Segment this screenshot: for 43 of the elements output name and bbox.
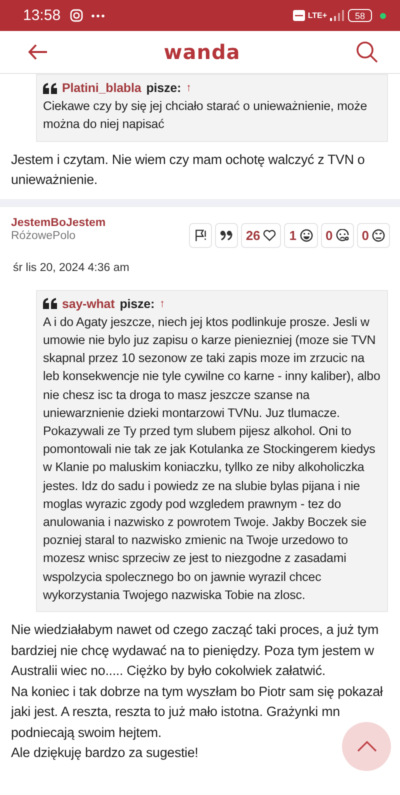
quoted-text: Ciekawe czy by się jej chciało starać o unieważnienie, może można do niej napisać: [43, 98, 368, 134]
laughing-face-icon: [300, 228, 313, 242]
heart-icon: [263, 228, 276, 242]
quote-icon: [220, 228, 233, 242]
volte-icon: [292, 10, 305, 21]
quote-reaction-button[interactable]: [214, 222, 238, 248]
post-text: Nie wiedziałabym nawet od czego zacząć taki proces, a już tym bardziej nie chcę wydawać na to pieniędzy. Poza tym jestem w Australii wiec no..... Ciężko by było cokolwiek załatwić.: [11, 621, 380, 680]
angry-face-icon: [372, 228, 385, 242]
back-arrow-icon[interactable]: [28, 44, 48, 60]
camera-app-icon: [70, 9, 83, 22]
username-link[interactable]: JestemBoJestem: [11, 216, 106, 230]
jump-to-quote-link[interactable]: ↑: [160, 294, 165, 313]
report-reaction-button[interactable]: [188, 222, 212, 248]
search-icon[interactable]: [356, 41, 378, 63]
laugh-reaction-button[interactable]: 1: [284, 222, 318, 248]
more-notifications-icon: [90, 14, 105, 18]
app-logo: wanda: [164, 40, 240, 64]
post-text: Ale dziękuję bardzo za sugestie!: [11, 744, 198, 762]
user-rank: RóżowePolo: [11, 230, 77, 242]
sad-reaction-button[interactable]: 0: [320, 222, 354, 248]
post-date: śr lis 20, 2024 4:36 am: [12, 260, 130, 276]
sad-face-icon: [336, 228, 349, 242]
privacy-indicator-icon: [380, 12, 386, 18]
quoted-author-link[interactable]: say-what: [62, 294, 115, 313]
clock-time: 13:58: [23, 7, 61, 24]
post-text: Jestem i czytam. Nie wiem czy mam ochotę walczyć z TVN o unieważnienie.: [11, 150, 366, 190]
quoted-author-link[interactable]: Platini_blabla: [62, 79, 142, 98]
post-text: jaki jest. A reszta, reszta to już mało istotna. Grażynki mn: [11, 703, 340, 722]
quoted-text: A i do Agaty jeszcze, niech jej ktos podlinkuje prosze. Jesli w umowie nie bylo juz zapisu o karze pieniezniej (moze sie TVN skapnal przez 10 sezonow ze taki zapis moze im zrzucic na leb konsekwencje nie tyle cywilne co karne - inny kaliber), albo nie chesz isc ta droga to masz jeszcze szanse na uniewarznienie dzieki montarzowi TVNu. Juz tlumacze. Pokazywali ze Ty przed tym slubem pijesz alkohol. Oni to pomontowali nie tak ze jak Kotulanka ze Stockingerem kiedys w Klanie po maluskim koniaczku, tyllko ze niby alkoholiczka jestes. Idz do sadu i powiedz ze na slubie bylas pijana i nie moglas wyrazic zgody pod wzgledem prawnym - tez do anulowania i nazwisko z powrotem Twoje. Jakby Boczek sie pozniej staral to nazwisko zmienic na Twoje urzedowo to mozesz wnisc sprzeciw ze jest to niezgodne z zasadami wspolzycia spolecznego bo on jawnie wyrazil chcec wykorzystania Twojego nazwiska Tobie na zlosc.: [43, 314, 381, 604]
quote-mark-icon: [43, 82, 57, 94]
quote-says-label: pisze:: [146, 80, 182, 97]
quote-mark-icon: [43, 298, 57, 310]
network-type: LTE+: [308, 11, 327, 20]
jump-to-quote-link[interactable]: ↑: [186, 79, 192, 98]
post-text: podniecają swoim hejtem.: [11, 724, 162, 742]
quote-says-label: pisze:: [120, 296, 155, 313]
flag-icon: [194, 228, 207, 242]
chevron-up-icon: [356, 741, 376, 752]
battery-level: 58: [348, 9, 372, 22]
post-text: Na koniec i tak dobrze na tym wyszłam bo Piotr sam się pokazał: [11, 682, 383, 701]
like-reaction-button[interactable]: 26: [240, 222, 282, 248]
angry-reaction-button[interactable]: 0: [356, 222, 390, 248]
signal-icon: [330, 10, 344, 21]
